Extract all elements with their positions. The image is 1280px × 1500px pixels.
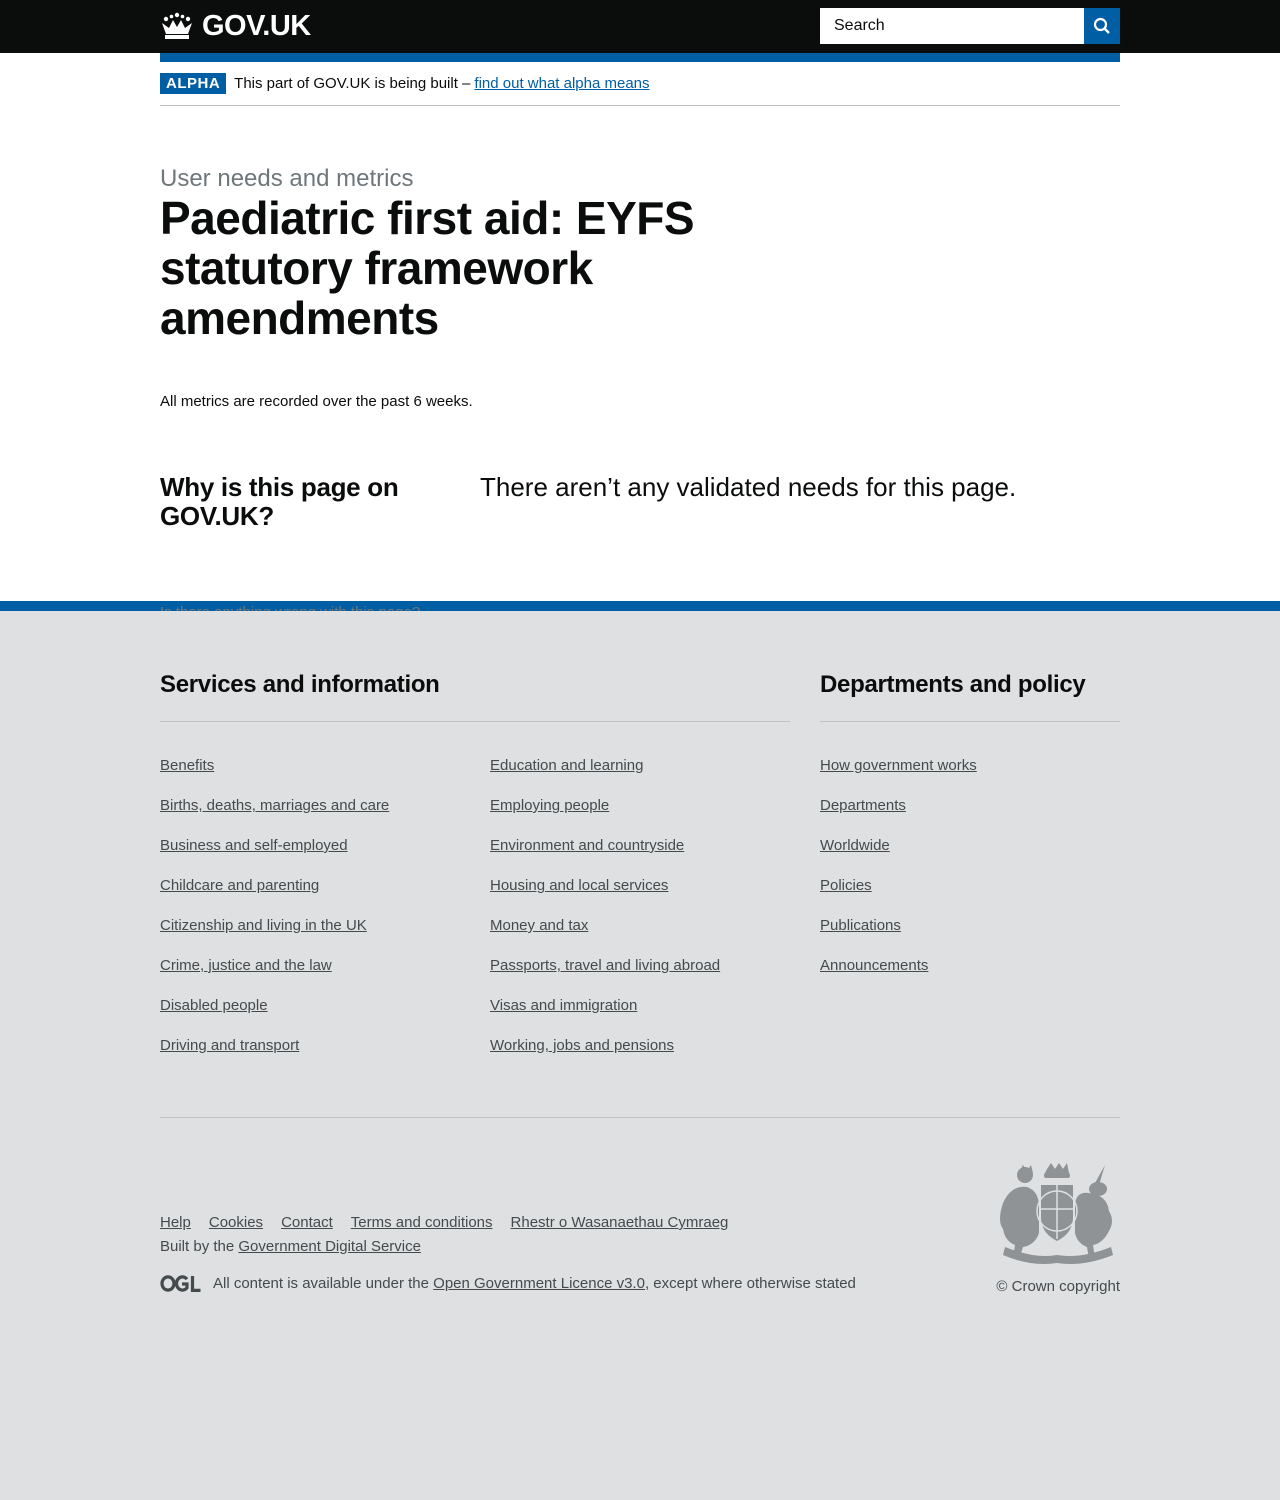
- footer-link-childcare[interactable]: Childcare and parenting: [160, 877, 319, 894]
- page-top: GOV.UK ALPHA This part of GOV.UK is bein…: [0, 0, 1280, 621]
- footer-link-how-government-works[interactable]: How government works: [820, 757, 977, 774]
- departments-list: How government works Departments Worldwi…: [820, 757, 977, 997]
- page-title: Paediatric first aid: EYFS statutory fra…: [160, 192, 695, 344]
- phase-link[interactable]: find out what alpha means: [474, 75, 649, 92]
- footer-link-citizenship[interactable]: Citizenship and living in the UK: [160, 917, 367, 934]
- header-blue-bar: [160, 53, 1120, 62]
- list-item: How government works: [820, 757, 977, 797]
- footer-link-benefits[interactable]: Benefits: [160, 757, 214, 774]
- list-item: Births, deaths, marriages and care: [160, 797, 389, 837]
- footer-link-contact[interactable]: Contact: [281, 1214, 333, 1231]
- list-item: Driving and transport: [160, 1037, 389, 1077]
- list-item: Citizenship and living in the UK: [160, 917, 389, 957]
- list-item: Money and tax: [490, 917, 720, 957]
- footer-bottom-divider: [160, 1117, 1120, 1118]
- footer-link-terms[interactable]: Terms and conditions: [351, 1214, 493, 1231]
- list-item: Publications: [820, 917, 977, 957]
- list-item: Announcements: [820, 957, 977, 997]
- list-item: Benefits: [160, 757, 389, 797]
- list-item: Housing and local services: [490, 877, 720, 917]
- licence-statement: All content is available under the Open …: [160, 1275, 856, 1292]
- list-item: Departments: [820, 797, 977, 837]
- page-caption: User needs and metrics: [160, 165, 414, 192]
- list-item: Worldwide: [820, 837, 977, 877]
- footer-link-births[interactable]: Births, deaths, marriages and care: [160, 797, 389, 814]
- search-icon: [1093, 17, 1110, 34]
- phase-tag: ALPHA: [160, 73, 227, 94]
- footer-link-help[interactable]: Help: [160, 1214, 191, 1231]
- footer-link-worldwide[interactable]: Worldwide: [820, 837, 890, 854]
- site-header: GOV.UK: [0, 0, 1280, 53]
- footer-link-cookies[interactable]: Cookies: [209, 1214, 263, 1231]
- list-item: Employing people: [490, 797, 720, 837]
- services-heading: Services and information: [160, 671, 440, 698]
- footer-link-welsh[interactable]: Rhestr o Wasanaethau Cymraeg: [511, 1214, 729, 1231]
- footer-link-driving[interactable]: Driving and transport: [160, 1037, 299, 1054]
- footer-link-visas[interactable]: Visas and immigration: [490, 997, 637, 1014]
- licence-prefix: All content is available under the: [213, 1275, 429, 1292]
- list-item: Working, jobs and pensions: [490, 1037, 720, 1077]
- list-item: Childcare and parenting: [160, 877, 389, 917]
- crown-copyright[interactable]: © Crown copyright: [996, 1278, 1120, 1295]
- footer-link-employing[interactable]: Employing people: [490, 797, 609, 814]
- services-list-col1: Benefits Births, deaths, marriages and c…: [160, 757, 389, 1077]
- royal-arms-crest-icon: [1000, 1163, 1113, 1264]
- footer-link-environment[interactable]: Environment and countryside: [490, 837, 684, 854]
- phase-banner: ALPHA This part of GOV.UK is being built…: [160, 62, 1120, 106]
- footer-link-departments[interactable]: Departments: [820, 797, 906, 814]
- metrics-intro: All metrics are recorded over the past 6…: [160, 393, 473, 410]
- govuk-logo-link[interactable]: GOV.UK: [160, 10, 311, 42]
- list-item: Business and self-employed: [160, 837, 389, 877]
- search-button[interactable]: [1084, 8, 1120, 44]
- list-item: Environment and countryside: [490, 837, 720, 877]
- footer-link-crime[interactable]: Crime, justice and the law: [160, 957, 332, 974]
- footer-link-announcements[interactable]: Announcements: [820, 957, 928, 974]
- services-divider: [160, 721, 790, 722]
- footer-link-passports[interactable]: Passports, travel and living abroad: [490, 957, 720, 974]
- list-item: Education and learning: [490, 757, 720, 797]
- footer-link-disabled[interactable]: Disabled people: [160, 997, 268, 1014]
- ogl-logo-icon: [160, 1275, 201, 1292]
- departments-divider: [820, 721, 1120, 722]
- built-by-prefix: Built by the: [160, 1238, 235, 1255]
- list-item: Disabled people: [160, 997, 389, 1037]
- search-form: [820, 8, 1120, 44]
- services-list-col2: Education and learning Employing people …: [490, 757, 720, 1077]
- footer-link-education[interactable]: Education and learning: [490, 757, 643, 774]
- built-by: Built by the Government Digital Service: [160, 1238, 421, 1255]
- departments-heading: Departments and policy: [820, 671, 1086, 698]
- footer-link-ogl[interactable]: Open Government Licence v3.0: [433, 1275, 645, 1292]
- footer-link-housing[interactable]: Housing and local services: [490, 877, 668, 894]
- list-item: Crime, justice and the law: [160, 957, 389, 997]
- why-heading: Why is this page on GOV.UK?: [160, 472, 399, 531]
- phase-text: This part of GOV.UK is being built –: [234, 75, 471, 92]
- footer-link-working[interactable]: Working, jobs and pensions: [490, 1037, 674, 1054]
- list-item: Policies: [820, 877, 977, 917]
- crown-icon: [162, 12, 192, 39]
- licence-suffix: , except where otherwise stated: [644, 1275, 856, 1292]
- logo-text: GOV.UK: [202, 10, 311, 42]
- needs-text: There aren’t any validated needs for thi…: [480, 472, 1017, 502]
- footer-link-money[interactable]: Money and tax: [490, 917, 588, 934]
- footer-meta-links: Help Cookies Contact Terms and condition…: [160, 1214, 728, 1231]
- site-footer: Services and information Benefits Births…: [0, 611, 1280, 1447]
- footer-link-policies[interactable]: Policies: [820, 877, 872, 894]
- footer-link-business[interactable]: Business and self-employed: [160, 837, 348, 854]
- footer-link-gds[interactable]: Government Digital Service: [238, 1238, 421, 1255]
- search-input[interactable]: [820, 8, 1084, 44]
- footer-link-publications[interactable]: Publications: [820, 917, 901, 934]
- list-item: Passports, travel and living abroad: [490, 957, 720, 997]
- list-item: Visas and immigration: [490, 997, 720, 1037]
